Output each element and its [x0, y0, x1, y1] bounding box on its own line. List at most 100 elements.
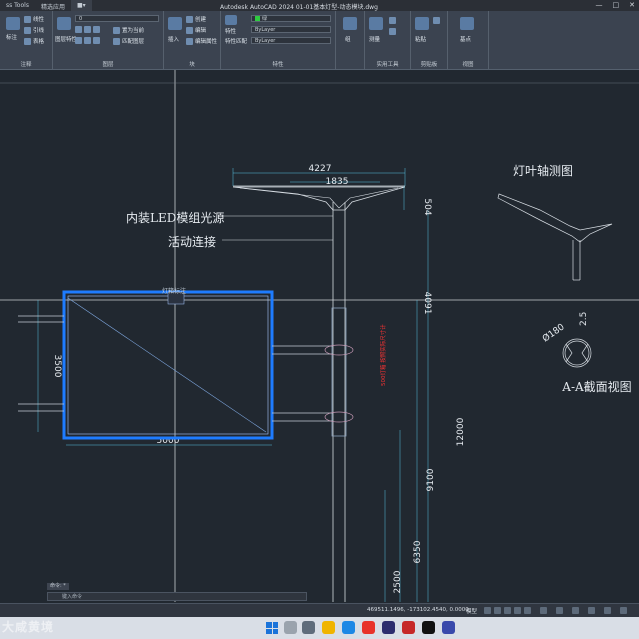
label-section-view[interactable]: A-A截面视图	[561, 379, 631, 394]
base-tool[interactable]: 基点	[460, 35, 471, 43]
utilities-label[interactable]: 实用工具	[365, 60, 410, 68]
base-view-icon[interactable]	[460, 17, 474, 30]
windows-start-icon[interactable]	[266, 622, 278, 634]
dim-4091[interactable]: 4091	[422, 292, 432, 315]
layers-label[interactable]: 图层	[53, 60, 163, 68]
current-layer-combo[interactable]: 0	[75, 15, 159, 22]
grid-icon[interactable]	[484, 607, 491, 614]
paste-tool[interactable]: 粘贴	[415, 35, 426, 43]
capcut-icon[interactable]	[422, 621, 435, 634]
point-icon	[389, 28, 396, 35]
layer-tools-row1[interactable]	[75, 26, 100, 33]
clipboard-label[interactable]: 剪贴板	[411, 60, 447, 68]
app-icon[interactable]	[442, 621, 455, 634]
create-tool[interactable]: 创建	[186, 15, 206, 23]
cad-drawing[interactable]: 4227 1835 504 4091 12000 9100 6350 2500 …	[0, 70, 639, 602]
layer-properties-icon[interactable]	[57, 17, 71, 30]
match-layer-icon	[113, 37, 120, 45]
lineweight-combo[interactable]: ByLayer	[251, 37, 331, 44]
dim-3500[interactable]: 3500	[52, 355, 62, 378]
polar-icon[interactable]	[514, 607, 521, 614]
dim-9100[interactable]: 9100	[426, 468, 436, 491]
close-button[interactable]: ✕	[629, 1, 635, 9]
layer-props-label[interactable]: 图层特性	[55, 35, 77, 43]
linear-tool[interactable]: 线性	[24, 15, 44, 23]
properties-label[interactable]: 特性	[221, 60, 335, 68]
title-bar: ss Tools 精选应用 ■▾ Autodesk AutoCAD 2024 0…	[0, 0, 639, 11]
layer-walk-icon	[84, 37, 91, 44]
label-red-note[interactable]: 500灯箱 按照实际尺寸计	[379, 324, 387, 386]
copy-tool[interactable]	[433, 17, 440, 24]
maximize-button[interactable]: □	[613, 1, 620, 9]
dim-12000[interactable]: 12000	[456, 417, 466, 446]
annotate-panel: 标注 线性 引线 表格 注释	[0, 11, 53, 69]
tab-dropdown[interactable]: ■▾	[70, 0, 92, 11]
layer-merge-icon	[93, 37, 100, 44]
ortho-icon[interactable]	[504, 607, 511, 614]
edit-tool[interactable]: 编辑	[186, 26, 206, 34]
snap-icon[interactable]	[494, 607, 501, 614]
properties-tool[interactable]: 特性	[225, 27, 236, 35]
dim-phi180[interactable]: Ø180	[540, 321, 566, 344]
annotate-label[interactable]: 注释	[0, 60, 52, 68]
autocad-taskbar-icon[interactable]	[362, 621, 375, 634]
measure-icon[interactable]	[369, 17, 383, 30]
dim-2500[interactable]: 2500	[393, 570, 403, 593]
group-icon[interactable]	[343, 17, 357, 30]
match-layer-tool[interactable]: 匹配图层	[113, 37, 144, 45]
drawing-canvas[interactable]: 4227 1835 504 4091 12000 9100 6350 2500 …	[0, 70, 639, 602]
illustrator-icon[interactable]	[382, 621, 395, 634]
isolate-icon[interactable]	[604, 607, 611, 614]
view-label[interactable]: 视图	[448, 60, 488, 68]
quick-calc-tool[interactable]	[389, 17, 396, 24]
label-movable-joint[interactable]: 活动连接	[168, 234, 216, 249]
match-properties-tool[interactable]: 特性匹配	[225, 37, 247, 45]
dim-4227[interactable]: 4227	[309, 164, 332, 174]
paste-icon[interactable]	[415, 17, 429, 30]
dimension-icon[interactable]	[6, 17, 20, 30]
model-tab[interactable]: 模型	[466, 607, 477, 615]
task-view-icon[interactable]	[302, 621, 315, 634]
tab-featured-apps[interactable]: 精选应用	[35, 0, 71, 11]
layer-tools-row2[interactable]	[75, 37, 100, 44]
minimize-button[interactable]: —	[596, 1, 603, 9]
table-tool[interactable]: 表格	[24, 37, 44, 45]
annotation-scale-icon[interactable]	[540, 607, 547, 614]
leader-tool[interactable]: 引线	[24, 26, 44, 34]
command-input[interactable]: 键入命令	[47, 592, 307, 601]
customize-icon[interactable]	[620, 607, 627, 614]
edit-attributes-tool[interactable]: 编辑属性	[186, 37, 217, 45]
tab-tools[interactable]: ss Tools	[0, 0, 35, 11]
dim-tool[interactable]: 标注	[6, 33, 17, 41]
acrobat-icon[interactable]	[402, 621, 415, 634]
measure-tool[interactable]: 测量	[369, 35, 380, 43]
calculator-icon	[389, 17, 396, 24]
linetype-combo[interactable]: ByLayer	[251, 26, 331, 33]
units-icon[interactable]	[572, 607, 579, 614]
label-sign-top: 灯箱标注	[162, 287, 186, 295]
group-tool[interactable]: 组	[345, 35, 351, 43]
make-current-tool[interactable]: 置为当前	[113, 26, 144, 34]
dim-2-5[interactable]: 2.5	[579, 312, 589, 326]
label-led-module[interactable]: 内装LED模组光源	[126, 211, 224, 225]
id-point-tool[interactable]	[389, 28, 396, 35]
dim-1835[interactable]: 1835	[326, 177, 349, 187]
dim-504[interactable]: 504	[422, 198, 432, 215]
view-panel: 基点 视图	[448, 11, 489, 69]
file-explorer-icon[interactable]	[322, 621, 335, 634]
quick-props-icon[interactable]	[588, 607, 595, 614]
properties-icon[interactable]	[225, 15, 237, 25]
label-axonometric[interactable]: 灯叶轴测图	[513, 163, 573, 178]
block-label[interactable]: 块	[164, 60, 220, 68]
osnap-icon[interactable]	[524, 607, 531, 614]
insert-tool[interactable]: 插入	[168, 35, 179, 43]
insert-block-icon[interactable]	[168, 17, 182, 30]
ribbon: 标注 线性 引线 表格 注释 图层特性 0 置为当前 匹配图层 图层 插入 创建…	[0, 11, 639, 70]
pole-clamps	[324, 344, 354, 423]
color-combo[interactable]: 绿	[251, 15, 331, 22]
sign-box[interactable]: 灯箱标注	[62, 287, 274, 440]
search-icon[interactable]	[284, 621, 297, 634]
dim-6350[interactable]: 6350	[413, 540, 423, 563]
edge-browser-icon[interactable]	[342, 621, 355, 634]
workspace-icon[interactable]	[556, 607, 563, 614]
